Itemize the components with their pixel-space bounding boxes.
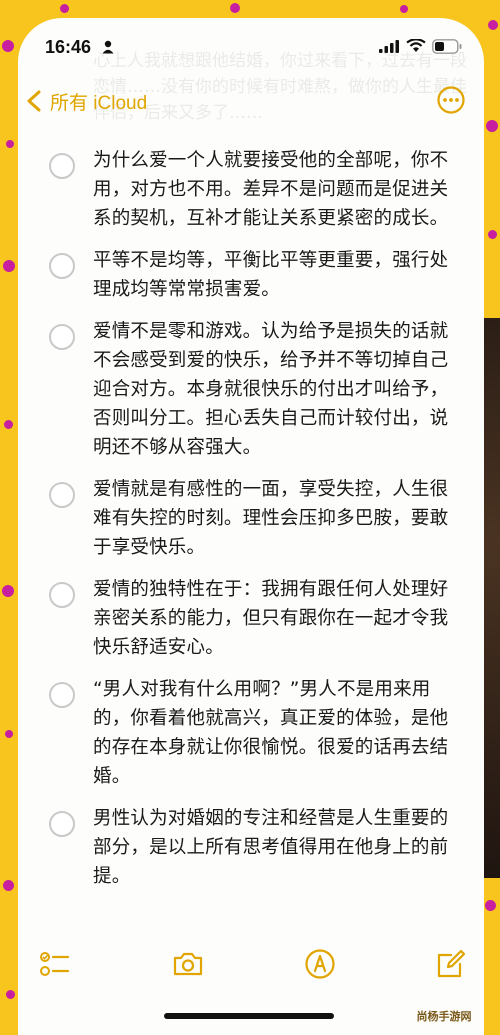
decor-dot [3, 260, 15, 272]
compose-icon[interactable] [434, 947, 468, 981]
checklist-item-text[interactable]: 爱情的独特性在于：我拥有跟任何人处理好亲密关系的能力，但只有跟你在一起才令我快乐… [93, 575, 464, 662]
checklist-item: 爱情就是有感性的一面，享受失控，人生很难有失控的时刻。理性会压抑多巴胺，要敢于享… [18, 475, 484, 562]
checkbox[interactable] [49, 582, 75, 608]
decor-dot [488, 20, 498, 30]
decor-dot [488, 230, 497, 239]
markup-pen-icon[interactable] [303, 947, 337, 981]
checklist-item-text[interactable]: “男人对我有什么用啊？”男人不是用来用的，你看着他就高兴，真正爱的体验，是他的存… [93, 675, 464, 791]
chevron-left-icon [27, 90, 41, 112]
decor-dot [2, 585, 14, 597]
decor-dot [3, 880, 14, 891]
decor-dot [6, 990, 15, 999]
bottom-toolbar [18, 943, 484, 983]
decor-dot [485, 900, 496, 911]
checklist-item-text[interactable]: 爱情就是有感性的一面，享受失控，人生很难有失控的时刻。理性会压抑多巴胺，要敢于享… [93, 475, 464, 562]
checklist-item: “男人对我有什么用啊？”男人不是用来用的，你看着他就高兴，真正爱的体验，是他的存… [18, 675, 484, 791]
back-button[interactable]: 所有 iCloud [26, 86, 147, 116]
decor-dot [230, 3, 240, 13]
decor-dot [60, 4, 69, 13]
status-time: 16:46 [45, 37, 92, 57]
decor-dot [400, 5, 408, 13]
back-label: 所有 iCloud [50, 92, 148, 114]
checklist: 为什么爱一个人就要接受他的全部呢，你不用，对方也不用。差异不是问题而是促进关系的… [18, 146, 484, 904]
checklist-item: 为什么爱一个人就要接受他的全部呢，你不用，对方也不用。差异不是问题而是促进关系的… [18, 146, 484, 233]
more-options-icon[interactable] [436, 85, 466, 115]
decor-dot [5, 730, 13, 738]
decor-dot [486, 120, 498, 132]
navigation-bar: 所有 iCloud [18, 80, 484, 120]
checkbox[interactable] [49, 324, 75, 350]
checklist-item-text[interactable]: 爱情不是零和游戏。认为给予是损失的话就不会感受到爱的快乐，给予并不等切掉自己迎合… [93, 317, 464, 462]
checklist-item: 爱情的独特性在于：我拥有跟任何人处理好亲密关系的能力，但只有跟你在一起才令我快乐… [18, 575, 484, 662]
checklist-item: 爱情不是零和游戏。认为给予是损失的话就不会感受到爱的快乐，给予并不等切掉自己迎合… [18, 317, 484, 462]
notes-screen: 16:46 心上人我就想跟他结婚，你过来看下，过去有一段恋情……没有你的时候有时… [18, 18, 484, 1035]
site-watermark-logo: 尚杨手游网 [394, 1001, 494, 1031]
home-indicator [164, 1013, 334, 1019]
checkbox[interactable] [49, 482, 75, 508]
checklist-item-text[interactable]: 男性认为对婚姻的专注和经营是人生重要的部分，是以上所有思考值得用在他身上的前提。 [93, 804, 464, 891]
checklist-item: 平等不是均等，平衡比平等更重要，强行处理成均等常常损害爱。 [18, 246, 484, 304]
checkbox[interactable] [49, 153, 75, 179]
checklist-icon[interactable] [38, 947, 72, 981]
watermark-label: 尚杨手游网 [416, 1010, 472, 1023]
decor-dot [6, 140, 14, 148]
camera-icon[interactable] [171, 947, 205, 981]
checklist-item-text[interactable]: 平等不是均等，平衡比平等更重要，强行处理成均等常常损害爱。 [93, 246, 464, 304]
checkbox[interactable] [49, 682, 75, 708]
decor-dot [4, 420, 13, 429]
checklist-item-text[interactable]: 为什么爱一个人就要接受他的全部呢，你不用，对方也不用。差异不是问题而是促进关系的… [93, 146, 464, 233]
checklist-item: 男性认为对婚姻的专注和经营是人生重要的部分，是以上所有思考值得用在他身上的前提。 [18, 804, 484, 891]
decor-dot [2, 40, 14, 52]
checkbox[interactable] [49, 811, 75, 837]
checkbox[interactable] [49, 253, 75, 279]
